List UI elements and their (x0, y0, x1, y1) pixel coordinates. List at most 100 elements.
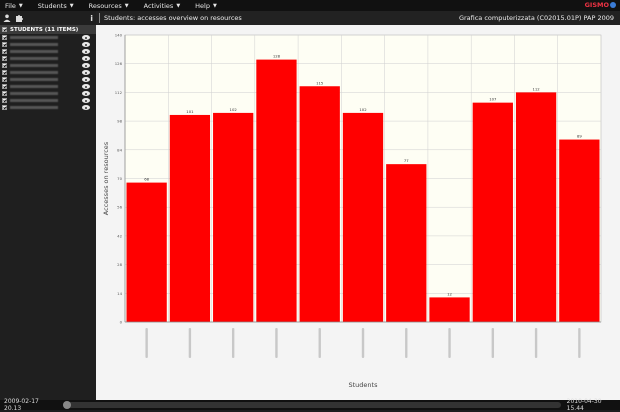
eye-icon[interactable] (82, 105, 90, 110)
y-tick-label: 140 (115, 33, 123, 38)
view-title: Students: accesses overview on resources (104, 14, 242, 22)
data-label: 77 (404, 158, 409, 163)
student-name-blurred (10, 57, 58, 60)
y-tick-label: 112 (115, 90, 123, 95)
data-label: 12 (447, 291, 452, 296)
slider-handle[interactable] (63, 401, 72, 409)
eye-icon[interactable] (82, 42, 90, 47)
eye-icon[interactable] (82, 56, 90, 61)
x-tick-label-blurred (491, 328, 495, 358)
student-checkbox[interactable] (2, 70, 7, 75)
bar (515, 92, 557, 323)
data-label: 107 (489, 97, 497, 102)
select-all-checkbox[interactable] (2, 27, 7, 32)
student-item[interactable] (0, 55, 96, 62)
student-checkbox[interactable] (2, 105, 7, 110)
x-tick-label-blurred (275, 328, 278, 358)
student-name-blurred (10, 36, 58, 39)
student-name-blurred (10, 78, 58, 81)
x-tick-label-blurred (145, 328, 148, 358)
x-tick-label-blurred (231, 328, 235, 358)
menu-activities[interactable]: Activities ▼ (144, 2, 181, 10)
bar (386, 164, 427, 322)
eye-icon[interactable] (82, 49, 90, 54)
data-label: 101 (186, 109, 194, 114)
student-item[interactable] (0, 62, 96, 69)
info-icon[interactable]: i (90, 14, 93, 23)
student-item[interactable] (0, 83, 96, 90)
bar (256, 59, 297, 322)
student-checkbox[interactable] (2, 42, 7, 47)
data-label: 102 (359, 107, 367, 112)
eye-icon[interactable] (82, 98, 90, 103)
bar (472, 102, 513, 323)
student-item[interactable] (0, 69, 96, 76)
student-name-blurred (10, 64, 58, 67)
student-name-blurred (10, 71, 58, 74)
x-tick-label-blurred (448, 328, 451, 358)
gismo-logo: GISMO (585, 1, 616, 9)
student-checkbox[interactable] (2, 49, 7, 54)
student-item[interactable] (0, 48, 96, 55)
student-checkbox[interactable] (2, 84, 7, 89)
eye-icon[interactable] (82, 70, 90, 75)
y-axis-title: Accesses on resources (102, 141, 110, 215)
menu-resources[interactable]: Resources ▼ (89, 2, 129, 10)
bar-chart: 0 14 28 42 56 70 84 98 112 126 140 68 101 102 128 115 10… (102, 33, 602, 389)
students-list-header[interactable]: STUDENTS (11 ITEMS) (0, 25, 96, 34)
eye-icon[interactable] (82, 77, 90, 82)
student-item[interactable] (0, 41, 96, 48)
x-tick-label-blurred (405, 328, 408, 358)
student-checkbox[interactable] (2, 91, 7, 96)
puzzle-icon[interactable] (15, 14, 23, 22)
student-checkbox[interactable] (2, 63, 7, 68)
students-panel: i STUDENTS (11 ITEMS) (0, 11, 97, 400)
bar (429, 297, 470, 322)
menu-students[interactable]: Students ▼ (38, 2, 74, 10)
eye-icon[interactable] (82, 84, 90, 89)
y-tick-label: 70 (117, 176, 122, 181)
x-tick-label-blurred (318, 328, 321, 358)
student-checkbox[interactable] (2, 77, 7, 82)
eye-icon[interactable] (82, 63, 90, 68)
student-name-blurred (10, 92, 58, 95)
data-label: 68 (144, 177, 149, 182)
student-name-blurred (10, 99, 58, 102)
y-tick-label: 28 (117, 262, 122, 267)
menu-help[interactable]: Help ▼ (195, 2, 217, 10)
student-name-blurred (10, 85, 58, 88)
student-item[interactable] (0, 97, 96, 104)
y-tick-label: 0 (120, 320, 123, 325)
status-bar: 2009-02-17 20.13 2010-04-30 15.44 (0, 398, 620, 412)
student-checkbox[interactable] (2, 35, 7, 40)
eye-icon[interactable] (82, 35, 90, 40)
data-label: 115 (316, 80, 324, 85)
bar (169, 114, 211, 322)
bar (342, 112, 384, 323)
data-label: 112 (532, 86, 540, 91)
time-range-slider[interactable] (63, 401, 561, 409)
y-tick-label: 126 (115, 61, 123, 66)
y-tick-label: 56 (117, 205, 122, 210)
eye-icon[interactable] (82, 91, 90, 96)
student-name-blurred (10, 50, 58, 53)
y-tick-label: 14 (117, 291, 122, 296)
student-name-blurred (10, 43, 58, 46)
student-item[interactable] (0, 34, 96, 41)
user-icon[interactable] (3, 14, 11, 22)
student-item[interactable] (0, 104, 96, 111)
student-item[interactable] (0, 90, 96, 97)
panel-toolbar: i (0, 11, 96, 25)
menu-bar: File ▼ Students ▼ Resources ▼ Activities ▼ H… (0, 0, 620, 11)
x-tick-label-blurred (188, 328, 192, 358)
student-name-blurred (10, 106, 58, 109)
student-checkbox[interactable] (2, 98, 7, 103)
data-label: 89 (577, 134, 582, 139)
bar (559, 139, 600, 322)
student-checkbox[interactable] (2, 56, 7, 61)
bar (213, 112, 254, 323)
chart-area: 0 14 28 42 56 70 84 98 112 126 140 68 101 102 128 115 10… (96, 25, 620, 400)
student-item[interactable] (0, 76, 96, 83)
students-list (0, 34, 96, 111)
menu-file[interactable]: File ▼ (5, 2, 23, 10)
